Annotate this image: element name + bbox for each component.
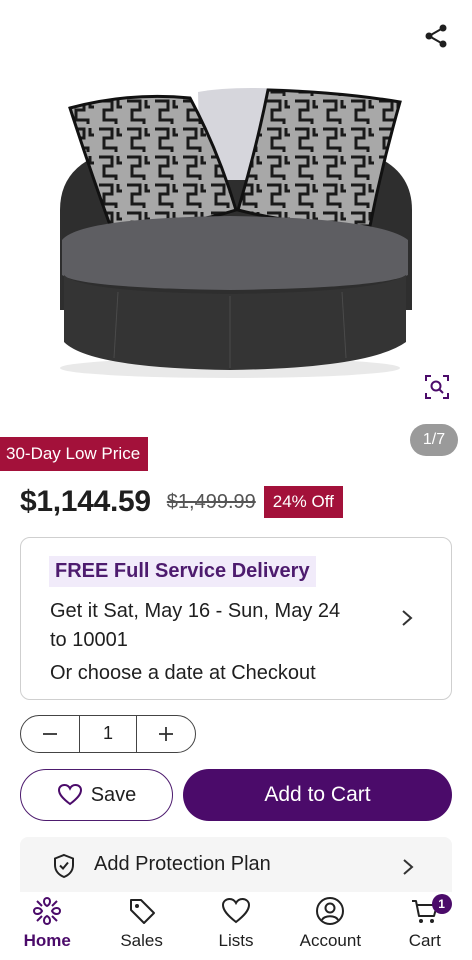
delivery-zip: to 10001 <box>50 629 128 651</box>
heart-icon <box>221 897 250 924</box>
chevron-right-icon <box>403 859 414 875</box>
nav-sales-label: Sales <box>120 931 163 950</box>
plus-icon <box>159 727 173 741</box>
save-button[interactable]: Save <box>20 769 173 821</box>
zoom-icon <box>425 375 449 399</box>
discount-badge: 24% Off <box>263 486 343 518</box>
delivery-card[interactable]: FREE Full Service Delivery Get it Sat, M… <box>20 537 452 700</box>
price-row: $1,144.59 $1,499.99 24% Off <box>20 482 343 522</box>
heart-icon <box>57 783 82 806</box>
share-icon <box>425 24 447 48</box>
nav-cart-label: Cart <box>408 931 441 950</box>
delivery-checkout-note: Or choose a date at Checkout <box>50 662 316 684</box>
nav-cart[interactable]: 1 Cart <box>378 892 472 960</box>
add-to-cart-button[interactable]: Add to Cart <box>183 769 452 821</box>
increase-quantity-button[interactable] <box>137 716 195 752</box>
quantity-value[interactable]: 1 <box>79 716 137 752</box>
image-counter: 1/7 <box>410 424 458 456</box>
save-label: Save <box>90 783 137 806</box>
nav-home[interactable]: Home <box>0 892 94 960</box>
nav-lists[interactable]: Lists <box>189 892 283 960</box>
nav-lists-label: Lists <box>218 931 254 950</box>
cart-count-badge: 1 <box>431 894 452 914</box>
quantity-stepper: 1 <box>20 715 196 753</box>
nav-sales[interactable]: Sales <box>94 892 188 960</box>
nav-home-label: Home <box>23 931 71 950</box>
shield-check-icon <box>54 853 74 879</box>
protection-plan-label: Add Protection Plan <box>94 853 271 875</box>
home-icon <box>33 896 62 926</box>
product-image[interactable] <box>40 70 430 390</box>
delivery-date: Get it Sat, May 16 - Sun, May 24 <box>50 600 341 622</box>
low-price-badge: 30-Day Low Price <box>0 437 149 471</box>
nav-account[interactable]: Account <box>283 892 377 960</box>
bottom-navigation: Home Sales Lists Account 1 Cart <box>0 892 472 960</box>
decrease-quantity-button[interactable] <box>21 716 79 752</box>
account-icon <box>316 897 345 925</box>
share-button[interactable] <box>420 20 452 52</box>
chevron-right-icon[interactable] <box>399 608 415 628</box>
zoom-button[interactable] <box>422 372 452 402</box>
add-protection-plan-row[interactable]: Add Protection Plan <box>20 837 452 893</box>
nav-account-label: Account <box>299 931 362 950</box>
minus-icon <box>43 733 57 735</box>
delivery-title: FREE Full Service Delivery <box>49 556 316 587</box>
original-price: $1,499.99 <box>166 490 256 513</box>
tag-icon <box>129 899 155 924</box>
current-price: $1,144.59 <box>20 485 151 518</box>
